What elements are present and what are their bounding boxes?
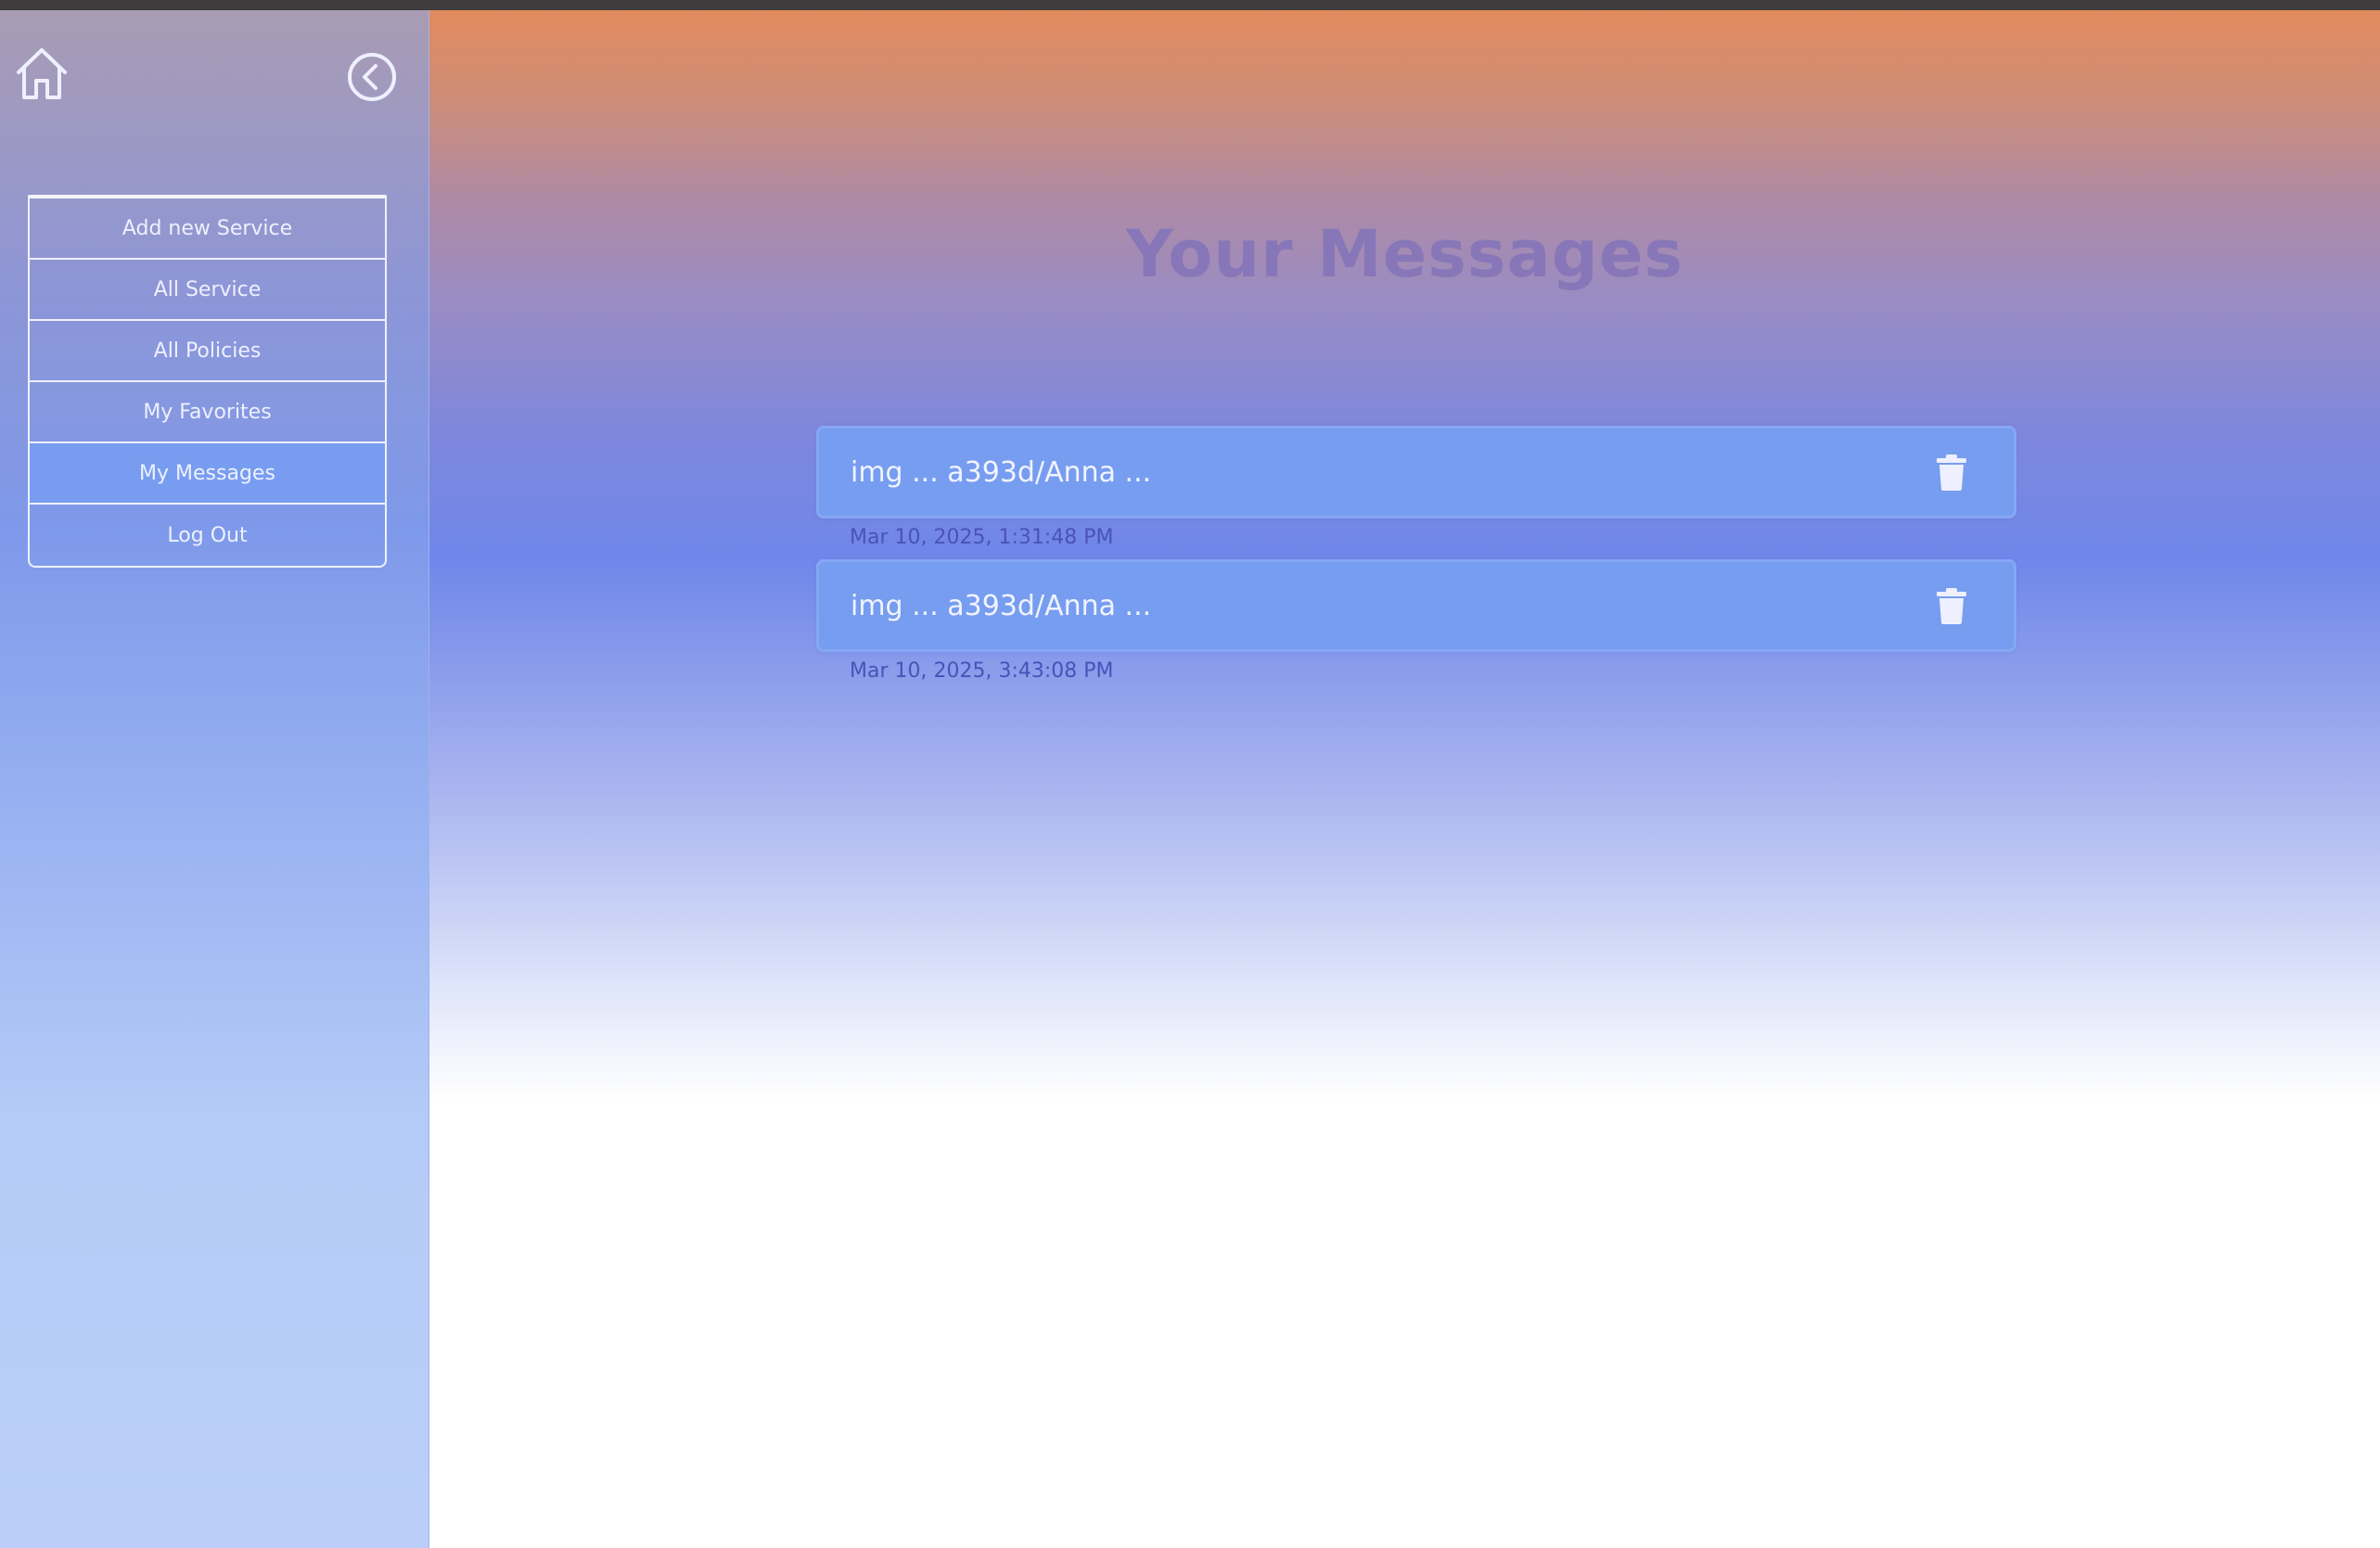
message-date: Mar 10, 2025, 1:31:48 PM	[850, 526, 1114, 549]
chevron-left-circle-icon[interactable]	[346, 51, 398, 103]
sidebar-item-log-out[interactable]: Log Out	[30, 505, 385, 566]
sidebar-item-all-policies[interactable]: All Policies	[30, 321, 385, 382]
message-preview: img ... a393d/Anna ...	[851, 589, 1152, 622]
list-item: img ... a393d/Anna ... Mar 10, 2025, 1:3…	[816, 426, 2016, 559]
page-title: Your Messages	[1125, 216, 1684, 292]
sidebar: Add new Service All Service All Policies…	[0, 10, 429, 1548]
sidebar-item-add-new-service[interactable]: Add new Service	[30, 198, 385, 260]
message-card[interactable]: img ... a393d/Anna ...	[816, 559, 2016, 652]
sidebar-menu: Add new Service All Service All Policies…	[28, 195, 387, 568]
message-list: img ... a393d/Anna ... Mar 10, 2025, 1:3…	[816, 426, 2016, 693]
home-icon[interactable]	[15, 45, 69, 101]
message-date: Mar 10, 2025, 3:43:08 PM	[850, 659, 1114, 683]
sidebar-item-all-service[interactable]: All Service	[30, 260, 385, 321]
trash-icon[interactable]	[1936, 587, 1967, 624]
main-content: Your Messages img ... a393d/Anna ... Mar…	[429, 10, 2380, 1548]
message-preview: img ... a393d/Anna ...	[851, 455, 1152, 489]
sidebar-item-my-favorites[interactable]: My Favorites	[30, 382, 385, 443]
list-item: img ... a393d/Anna ... Mar 10, 2025, 3:4…	[816, 559, 2016, 693]
message-card[interactable]: img ... a393d/Anna ...	[816, 426, 2016, 518]
trash-icon[interactable]	[1936, 454, 1967, 491]
window-top-bar	[0, 0, 2380, 10]
sidebar-item-my-messages[interactable]: My Messages	[30, 443, 385, 505]
